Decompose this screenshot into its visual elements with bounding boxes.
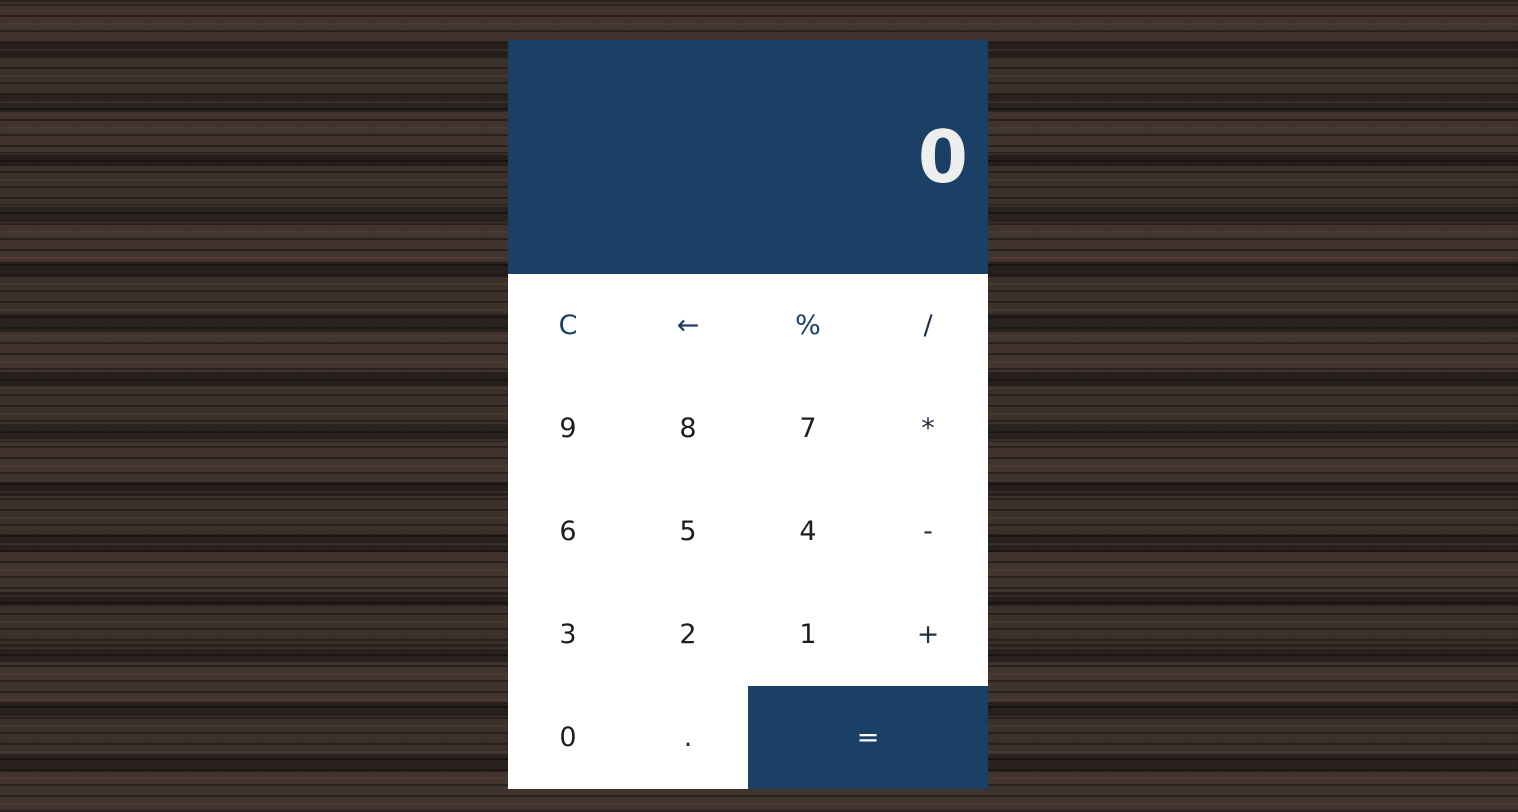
display-value: 0	[917, 115, 968, 199]
digit-7-button[interactable]: 7	[748, 377, 868, 480]
add-button[interactable]: +	[868, 583, 988, 686]
digit-5-button[interactable]: 5	[628, 480, 748, 583]
digit-8-button[interactable]: 8	[628, 377, 748, 480]
digit-3-button[interactable]: 3	[508, 583, 628, 686]
digit-6-button[interactable]: 6	[508, 480, 628, 583]
multiply-button[interactable]: *	[868, 377, 988, 480]
digit-0-button[interactable]: 0	[508, 686, 628, 789]
subtract-button[interactable]: -	[868, 480, 988, 583]
divide-button[interactable]: /	[868, 274, 988, 377]
equals-button[interactable]: =	[748, 686, 988, 789]
keypad: C ← % / 9 8 7 * 6 5 4 - 3 2 1 + 0 . =	[508, 274, 988, 789]
digit-2-button[interactable]: 2	[628, 583, 748, 686]
calculator-display: 0	[508, 40, 988, 274]
digit-4-button[interactable]: 4	[748, 480, 868, 583]
digit-1-button[interactable]: 1	[748, 583, 868, 686]
percent-button[interactable]: %	[748, 274, 868, 377]
calculator: 0 C ← % / 9 8 7 * 6 5 4 - 3 2 1 + 0 . =	[508, 40, 988, 789]
digit-9-button[interactable]: 9	[508, 377, 628, 480]
clear-button[interactable]: C	[508, 274, 628, 377]
decimal-button[interactable]: .	[628, 686, 748, 789]
backspace-button[interactable]: ←	[628, 274, 748, 377]
